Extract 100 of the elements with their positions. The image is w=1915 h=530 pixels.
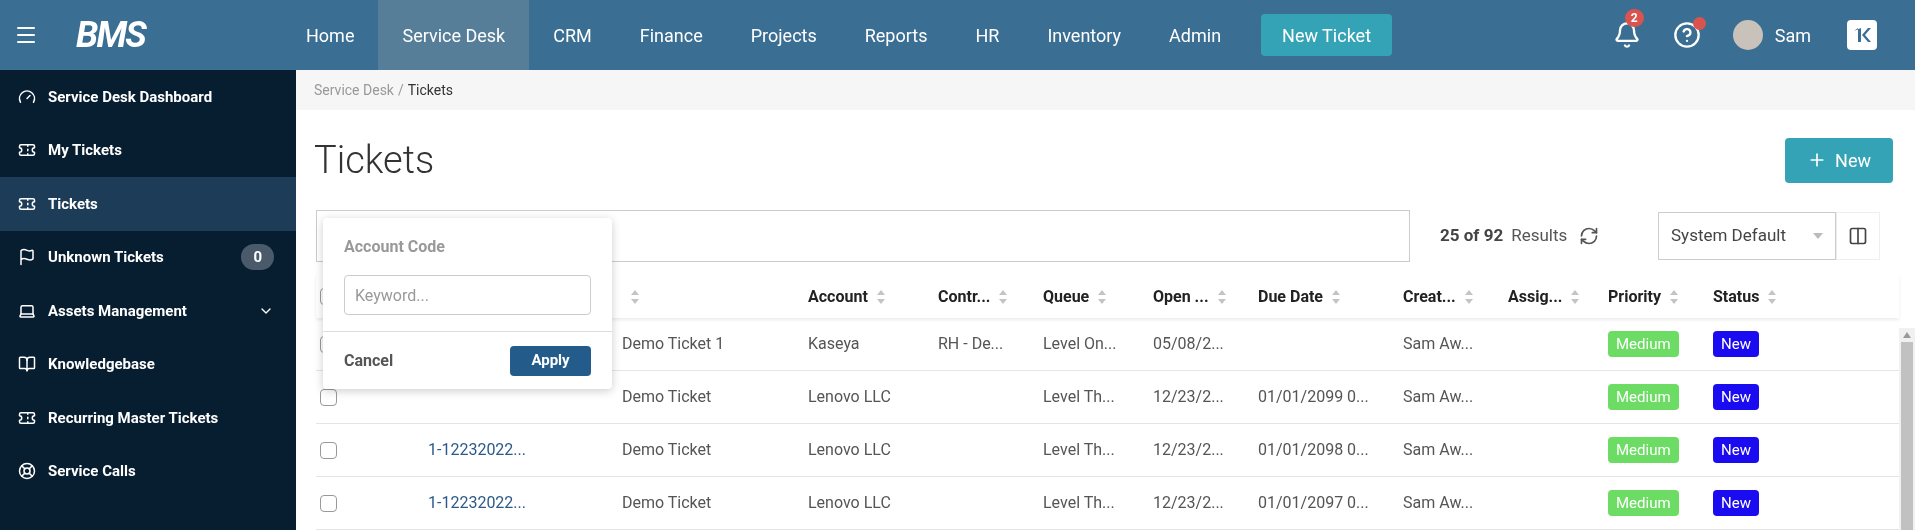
table-cell-text: Demo Ticket — [622, 439, 712, 461]
ticket-link[interactable]: 1-12232022... — [428, 491, 526, 515]
sort-icon[interactable] — [1463, 288, 1474, 305]
table-cell-text: Level Th... — [1043, 492, 1115, 514]
table-cell-text: 01/01/2099 0... — [1258, 386, 1369, 408]
logo[interactable]: BMS — [52, 8, 282, 62]
priority-tag: Medium — [1608, 490, 1679, 516]
nav-tab[interactable]: Finance — [615, 0, 727, 70]
scroll-up-icon[interactable] — [1903, 332, 1911, 338]
table-cell-text: Sam Aw... — [1403, 333, 1474, 355]
nav-tab[interactable]: CRM — [529, 0, 616, 70]
column-header[interactable]: Account — [808, 284, 868, 309]
breadcrumb-item: Tickets — [407, 80, 453, 100]
status-tag: New — [1713, 490, 1759, 516]
table-cell-text: Level Th... — [1043, 439, 1115, 461]
sort-icon[interactable] — [630, 288, 640, 305]
page-title: Tickets — [314, 136, 435, 184]
sidebar-item[interactable]: Knowledgebase — [0, 337, 296, 391]
breadcrumb-separator: / — [397, 80, 404, 100]
table-cell-text: Lenovo LLC — [808, 386, 891, 408]
popup-title: Account Code — [343, 236, 446, 258]
table-cell-text: Demo Ticket — [622, 386, 712, 408]
sidebar-item[interactable]: Tickets — [0, 177, 296, 231]
sidebar-item[interactable]: Recurring Master Tickets — [0, 391, 296, 445]
column-header[interactable]: Creat... — [1403, 284, 1456, 309]
sort-icon[interactable] — [875, 288, 886, 305]
sidebar-item[interactable]: My Tickets — [0, 123, 296, 177]
book-icon — [18, 355, 36, 374]
apply-button[interactable]: Apply — [510, 345, 591, 376]
nav-tab[interactable]: Reports — [840, 0, 952, 70]
table-cell-text: 12/23/2... — [1153, 439, 1224, 461]
cancel-button[interactable]: Cancel — [344, 348, 394, 373]
flag-icon — [18, 248, 36, 267]
table-cell-text: 05/08/2... — [1153, 333, 1224, 355]
help-icon[interactable] — [1672, 21, 1701, 49]
sidebar-item[interactable]: Service Calls — [0, 444, 296, 498]
priority-tag: Medium — [1608, 331, 1679, 357]
avatar[interactable] — [1732, 20, 1763, 50]
table-cell-text: Sam Aw... — [1403, 439, 1474, 461]
results-count: 25 of 92 — [1440, 224, 1504, 248]
user-name[interactable]: Sam — [1774, 21, 1811, 49]
column-header[interactable]: Status — [1713, 284, 1760, 309]
ticket-link[interactable]: 1-12232022... — [428, 438, 526, 462]
table-cell-text: 12/23/2... — [1153, 492, 1224, 514]
priority-tag: Medium — [1608, 437, 1679, 463]
table-cell-text: Kaseya — [808, 333, 860, 355]
table-cell-text: Demo Ticket 1 — [622, 333, 725, 355]
row-checkbox[interactable] — [320, 494, 337, 512]
columns-button[interactable] — [1836, 212, 1880, 260]
row-checkbox[interactable] — [320, 441, 337, 459]
count-badge: 0 — [241, 244, 274, 271]
sidebar-item[interactable]: Unknown Tickets 0 — [0, 230, 296, 284]
sort-icon[interactable] — [1767, 288, 1778, 305]
column-header[interactable]: Priority — [1608, 284, 1661, 309]
columns-icon — [1848, 226, 1868, 246]
nav-tab[interactable]: Inventory — [1023, 0, 1146, 70]
column-header[interactable]: Queue — [1043, 284, 1090, 309]
view-select[interactable]: System Default — [1658, 212, 1836, 260]
sort-icon[interactable] — [1570, 288, 1581, 305]
sort-icon[interactable] — [1216, 288, 1227, 305]
scrollbar[interactable] — [1899, 328, 1915, 530]
notification-badge: 2 — [1624, 9, 1644, 27]
status-tag: New — [1713, 437, 1759, 463]
sort-icon[interactable] — [1097, 288, 1108, 305]
gauge-icon — [18, 87, 36, 106]
priority-tag: Medium — [1608, 384, 1679, 410]
sidebar-item[interactable]: Service Desk Dashboard — [0, 70, 296, 124]
bell-icon[interactable] — [1612, 21, 1641, 49]
nav-tab[interactable]: Home — [282, 0, 379, 70]
column-header[interactable]: Open ... — [1153, 284, 1209, 309]
keyword-field[interactable]: Keyword... — [344, 275, 591, 315]
nav-tab[interactable]: Projects — [726, 0, 841, 70]
row-checkbox[interactable] — [320, 388, 337, 406]
column-header[interactable]: Contr... — [938, 284, 991, 309]
table-cell-text: Level On... — [1043, 333, 1117, 355]
column-header[interactable]: Assig... — [1508, 284, 1563, 309]
table-cell-text: Lenovo LLC — [808, 439, 891, 461]
lifebuoy-icon — [18, 462, 36, 481]
refresh-icon[interactable] — [1579, 226, 1600, 246]
nav-tab[interactable]: Service Desk — [378, 0, 530, 70]
dropdown-caret-icon — [1813, 233, 1823, 239]
table-cell-text: 12/23/2... — [1153, 386, 1224, 408]
sort-icon[interactable] — [1669, 288, 1679, 305]
table-cell-text: Sam Aw... — [1403, 492, 1474, 514]
table-cell-text: Sam Aw... — [1403, 386, 1474, 408]
app-logo-icon[interactable] — [1847, 20, 1877, 50]
column-header[interactable]: Due Date — [1258, 284, 1323, 309]
table-cell-text: RH - De... — [938, 333, 1004, 355]
sidebar-item[interactable]: Assets Management — [0, 284, 296, 338]
table-cell-text: 01/01/2098 0... — [1258, 439, 1369, 461]
table-cell-text: Level Th... — [1043, 386, 1115, 408]
nav-tab[interactable]: Admin — [1145, 0, 1246, 70]
results-label: Results — [1511, 224, 1568, 248]
nav-tab[interactable]: HR — [951, 0, 1024, 70]
status-tag: New — [1713, 331, 1759, 357]
sort-icon[interactable] — [1331, 288, 1341, 305]
table-cell-text: Demo Ticket — [622, 492, 712, 514]
status-tag: New — [1713, 384, 1759, 410]
sort-icon[interactable] — [998, 288, 1009, 305]
table-cell-text: Lenovo LLC — [808, 492, 891, 514]
